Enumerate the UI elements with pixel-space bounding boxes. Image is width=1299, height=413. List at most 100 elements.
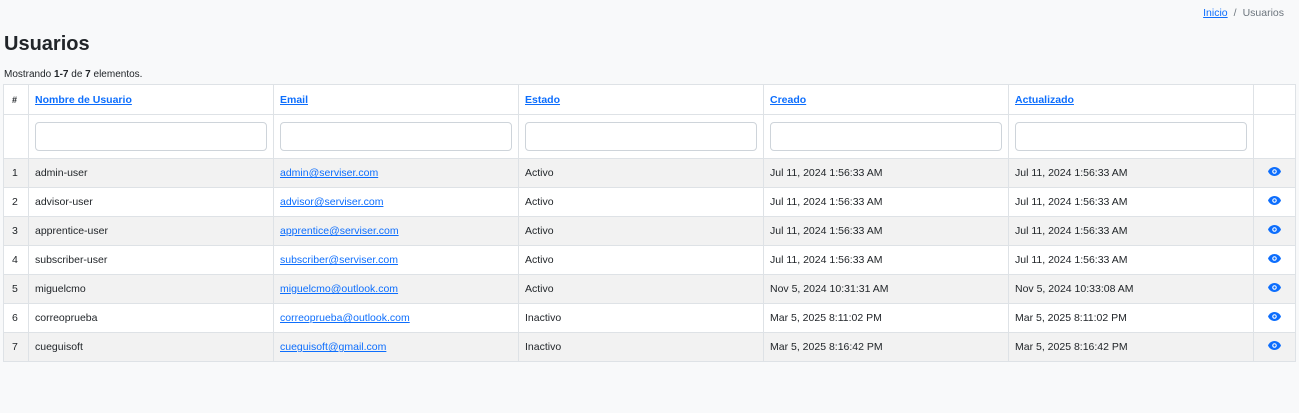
status-cell: Activo [518, 216, 764, 246]
created-cell: Nov 5, 2024 10:31:31 AM [763, 274, 1009, 304]
filter-cell-username [28, 114, 274, 159]
column-header-created: Creado [763, 84, 1009, 115]
status-filter-input[interactable] [525, 122, 757, 151]
action-cell [1253, 216, 1296, 246]
created-cell: Jul 11, 2024 1:56:33 AM [763, 245, 1009, 275]
breadcrumb-home-link[interactable]: Inicio [1203, 7, 1228, 19]
row-index: 5 [3, 274, 29, 304]
row-index: 6 [3, 303, 29, 333]
table-row: 6 correoprueba correoprueba@outlook.com … [3, 303, 1296, 333]
username-filter-input[interactable] [35, 122, 267, 151]
sort-created-link[interactable]: Creado [770, 94, 806, 106]
table-row: 3 apprentice-user apprentice@serviser.co… [3, 216, 1296, 246]
email-cell: admin@serviser.com [273, 158, 519, 188]
page-title: Usuarios [4, 33, 90, 55]
status-cell: Inactivo [518, 303, 764, 333]
column-header-username: Nombre de Usuario [28, 84, 274, 115]
created-cell: Jul 11, 2024 1:56:33 AM [763, 216, 1009, 246]
eye-icon[interactable] [1268, 312, 1281, 324]
updated-cell: Mar 5, 2025 8:11:02 PM [1008, 303, 1254, 333]
column-header-updated: Actualizado [1008, 84, 1254, 115]
users-table: # Nombre de Usuario Email Estado Creado … [3, 84, 1296, 362]
results-summary: Mostrando 1-7 de 7 elementos. [4, 69, 142, 80]
username-cell: admin-user [28, 158, 274, 188]
updated-cell: Jul 11, 2024 1:56:33 AM [1008, 216, 1254, 246]
summary-total: 7 [85, 69, 91, 80]
sort-email-link[interactable]: Email [280, 94, 308, 106]
status-cell: Activo [518, 158, 764, 188]
updated-cell: Jul 11, 2024 1:56:33 AM [1008, 158, 1254, 188]
summary-prefix: Mostrando [4, 69, 52, 80]
updated-cell: Mar 5, 2025 8:16:42 PM [1008, 332, 1254, 362]
filter-cell-updated [1008, 114, 1254, 159]
sort-updated-link[interactable]: Actualizado [1015, 94, 1074, 106]
email-cell: correoprueba@outlook.com [273, 303, 519, 333]
row-index: 7 [3, 332, 29, 362]
eye-icon[interactable] [1268, 196, 1281, 208]
table-row: 4 subscriber-user subscriber@serviser.co… [3, 245, 1296, 275]
status-cell: Inactivo [518, 332, 764, 362]
email-cell: cueguisoft@gmail.com [273, 332, 519, 362]
filter-cell-index [3, 114, 29, 159]
email-filter-input[interactable] [280, 122, 512, 151]
row-index: 2 [3, 187, 29, 217]
status-cell: Activo [518, 274, 764, 304]
filter-cell-actions [1253, 114, 1296, 159]
filter-cell-email [273, 114, 519, 159]
username-cell: cueguisoft [28, 332, 274, 362]
email-cell: miguelcmo@outlook.com [273, 274, 519, 304]
action-cell [1253, 158, 1296, 188]
email-cell: advisor@serviser.com [273, 187, 519, 217]
email-cell: subscriber@serviser.com [273, 245, 519, 275]
eye-icon[interactable] [1268, 283, 1281, 295]
updated-cell: Jul 11, 2024 1:56:33 AM [1008, 187, 1254, 217]
action-cell [1253, 187, 1296, 217]
sort-status-link[interactable]: Estado [525, 94, 560, 106]
action-cell [1253, 274, 1296, 304]
filter-cell-status [518, 114, 764, 159]
email-link[interactable]: apprentice@serviser.com [280, 225, 399, 237]
breadcrumb: Inicio / Usuarios [1203, 7, 1284, 19]
created-cell: Jul 11, 2024 1:56:33 AM [763, 158, 1009, 188]
eye-icon[interactable] [1268, 225, 1281, 237]
action-cell [1253, 245, 1296, 275]
eye-icon[interactable] [1268, 167, 1281, 179]
email-link[interactable]: miguelcmo@outlook.com [280, 283, 398, 295]
column-header-index: # [3, 84, 29, 115]
status-cell: Activo [518, 187, 764, 217]
email-link[interactable]: admin@serviser.com [280, 167, 378, 179]
email-link[interactable]: cueguisoft@gmail.com [280, 341, 386, 353]
table-row: 1 admin-user admin@serviser.com Activo J… [3, 158, 1296, 188]
username-cell: advisor-user [28, 187, 274, 217]
created-cell: Mar 5, 2025 8:11:02 PM [763, 303, 1009, 333]
sort-username-link[interactable]: Nombre de Usuario [35, 94, 132, 106]
email-link[interactable]: advisor@serviser.com [280, 196, 383, 208]
column-header-actions [1253, 84, 1296, 115]
action-cell [1253, 303, 1296, 333]
created-cell: Jul 11, 2024 1:56:33 AM [763, 187, 1009, 217]
eye-icon[interactable] [1268, 341, 1281, 353]
row-index: 1 [3, 158, 29, 188]
email-cell: apprentice@serviser.com [273, 216, 519, 246]
summary-suffix: elementos. [93, 69, 143, 80]
eye-icon[interactable] [1268, 254, 1281, 266]
column-header-status: Estado [518, 84, 764, 115]
username-cell: miguelcmo [28, 274, 274, 304]
breadcrumb-current: Usuarios [1242, 7, 1284, 19]
email-link[interactable]: subscriber@serviser.com [280, 254, 398, 266]
table-row: 5 miguelcmo miguelcmo@outlook.com Activo… [3, 274, 1296, 304]
column-header-email: Email [273, 84, 519, 115]
table-filter-row [3, 114, 1296, 159]
filter-cell-created [763, 114, 1009, 159]
username-cell: correoprueba [28, 303, 274, 333]
updated-filter-input[interactable] [1015, 122, 1247, 151]
table-row: 7 cueguisoft cueguisoft@gmail.com Inacti… [3, 332, 1296, 362]
created-cell: Mar 5, 2025 8:16:42 PM [763, 332, 1009, 362]
created-filter-input[interactable] [770, 122, 1002, 151]
summary-of: de [71, 69, 83, 80]
summary-range: 1-7 [54, 69, 69, 80]
email-link[interactable]: correoprueba@outlook.com [280, 312, 410, 324]
action-cell [1253, 332, 1296, 362]
status-cell: Activo [518, 245, 764, 275]
updated-cell: Nov 5, 2024 10:33:08 AM [1008, 274, 1254, 304]
